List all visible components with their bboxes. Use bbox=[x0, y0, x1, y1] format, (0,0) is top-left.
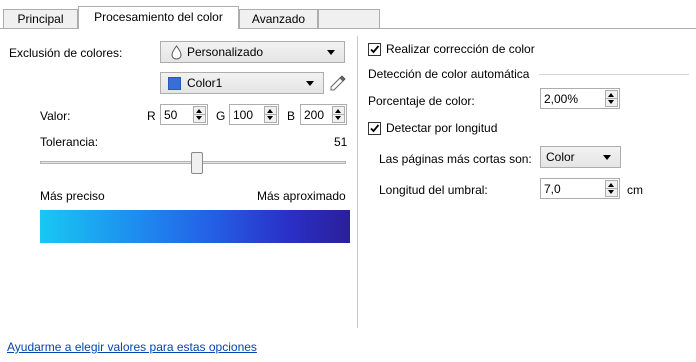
detectar-checkbox[interactable] bbox=[368, 122, 381, 135]
tolerancia-slider-thumb[interactable] bbox=[191, 152, 203, 174]
g-label: G bbox=[216, 109, 226, 123]
precision-gradient-bar bbox=[40, 210, 350, 243]
column-divider bbox=[357, 36, 358, 328]
tab-strip: Principal Procesamiento del color Avanza… bbox=[0, 0, 696, 29]
umbral-label: Longitud del umbral: bbox=[379, 183, 488, 197]
realizar-label: Realizar corrección de color bbox=[386, 42, 535, 56]
umbral-spinner-buttons[interactable] bbox=[605, 180, 618, 197]
chevron-down-icon bbox=[327, 50, 335, 55]
group-title: Detección de color automática bbox=[368, 67, 530, 81]
g-spinner[interactable]: 100 bbox=[229, 104, 279, 125]
paginas-dropdown[interactable]: Color bbox=[540, 146, 621, 168]
realizar-checkbox[interactable] bbox=[368, 43, 381, 56]
umbral-value: 7,0 bbox=[544, 182, 561, 196]
help-link[interactable]: Ayudarme a elegir valores para estas opc… bbox=[7, 340, 257, 354]
tab-avanzado[interactable]: Avanzado bbox=[239, 9, 318, 28]
color-value: Color1 bbox=[187, 76, 223, 90]
chevron-down-icon bbox=[306, 81, 314, 86]
g-spinner-buttons[interactable] bbox=[264, 106, 277, 123]
b-value: 200 bbox=[304, 108, 325, 122]
porcentaje-label: Porcentaje de color: bbox=[368, 94, 475, 108]
umbral-unit: cm bbox=[627, 183, 643, 197]
b-spinner[interactable]: 200 bbox=[300, 104, 347, 125]
tolerancia-value: 51 bbox=[334, 135, 348, 149]
exclusion-dropdown[interactable]: Personalizado bbox=[160, 41, 345, 63]
color-dropdown[interactable]: Color1 bbox=[160, 72, 324, 94]
umbral-spinner[interactable]: 7,0 bbox=[540, 178, 620, 199]
b-label: B bbox=[287, 109, 296, 123]
mas-aproximado-label: Más aproximado bbox=[257, 189, 346, 203]
exclusion-value: Personalizado bbox=[187, 45, 264, 59]
tolerancia-label: Tolerancia: bbox=[40, 135, 99, 149]
tab-procesamiento-del-color[interactable]: Procesamiento del color bbox=[78, 6, 239, 29]
r-spinner[interactable]: 50 bbox=[160, 104, 208, 125]
paginas-label: Las páginas más cortas son: bbox=[379, 152, 532, 166]
chevron-down-icon bbox=[603, 155, 611, 160]
drop-icon bbox=[171, 45, 182, 63]
tab-principal[interactable]: Principal bbox=[3, 9, 78, 28]
r-spinner-buttons[interactable] bbox=[193, 106, 206, 123]
porcentaje-spinner[interactable]: 2,00% bbox=[540, 88, 620, 109]
eyedropper-icon[interactable] bbox=[329, 74, 347, 92]
valor-label: Valor: bbox=[40, 109, 71, 123]
r-value: 50 bbox=[164, 108, 178, 122]
checkmark-icon bbox=[370, 45, 380, 54]
paginas-value: Color bbox=[546, 150, 575, 164]
group-separator bbox=[539, 74, 689, 75]
porcentaje-spinner-buttons[interactable] bbox=[605, 90, 618, 107]
mas-preciso-label: Más preciso bbox=[40, 189, 105, 203]
porcentaje-value: 2,00% bbox=[544, 92, 579, 106]
b-spinner-buttons[interactable] bbox=[332, 106, 345, 123]
r-label: R bbox=[147, 109, 156, 123]
exclusion-label: Exclusión de colores: bbox=[9, 46, 123, 60]
detectar-label: Detectar por longitud bbox=[386, 121, 498, 135]
g-value: 100 bbox=[233, 108, 254, 122]
tab-blank bbox=[318, 9, 380, 28]
checkmark-icon bbox=[370, 124, 380, 133]
color-swatch bbox=[168, 77, 181, 90]
